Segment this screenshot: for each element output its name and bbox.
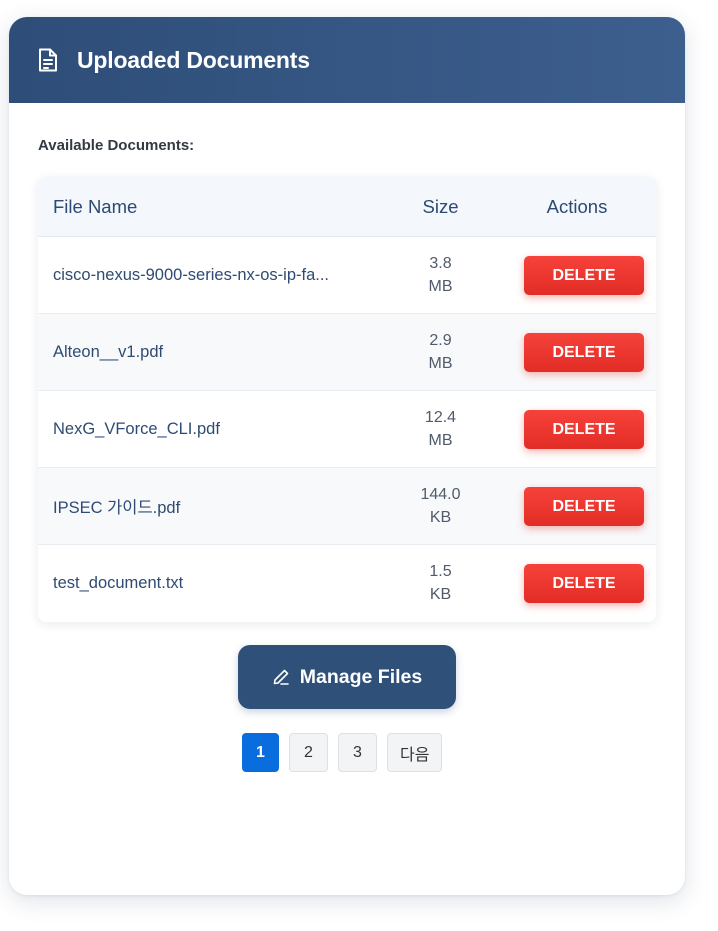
table-row: NexG_VForce_CLI.pdf 12.4 MB DELETE — [38, 390, 656, 468]
size-value: 1.5 — [429, 563, 452, 581]
documents-table: File Name Size Actions cisco-nexus-9000-… — [38, 177, 656, 622]
file-name-cell: IPSEC 가이드.pdf — [38, 467, 383, 545]
delete-button[interactable]: DELETE — [524, 486, 644, 526]
pagination: 1 2 3 다음 — [242, 733, 443, 772]
file-name-cell: cisco-nexus-9000-series-nx-os-ip-fa... — [38, 236, 383, 314]
size-value: 144.0 — [420, 486, 461, 503]
file-size-cell: 144.0 KB — [383, 467, 498, 545]
file-name-cell: Alteon__v1.pdf — [38, 313, 383, 391]
actions-cell: DELETE — [498, 236, 656, 314]
table-row: IPSEC 가이드.pdf 144.0 KB DELETE — [38, 467, 656, 545]
size-unit: KB — [429, 509, 452, 526]
delete-button[interactable]: DELETE — [524, 332, 644, 372]
table-row: Alteon__v1.pdf 2.9 MB DELETE — [38, 313, 656, 391]
file-size-cell: 3.8 MB — [383, 236, 498, 314]
column-header-actions: Actions — [498, 177, 656, 237]
actions-cell: DELETE — [498, 313, 656, 391]
document-icon — [35, 47, 61, 73]
card-title: Uploaded Documents — [77, 46, 310, 73]
file-name-cell: test_document.txt — [53, 573, 184, 592]
size-value: 3.8 — [429, 255, 452, 272]
size-value: 2.9 — [429, 332, 452, 349]
column-header-file-name: File Name — [38, 177, 383, 237]
pencil-icon — [272, 668, 290, 686]
actions-cell: DELETE — [498, 545, 656, 622]
next-page-button[interactable]: 다음 — [387, 733, 443, 772]
manage-files-button[interactable]: Manage Files — [238, 645, 456, 709]
file-size-cell: 12.4 MB — [383, 390, 498, 468]
section-label: Available Documents: — [38, 137, 195, 154]
size-unit: KB — [429, 586, 452, 604]
file-size-cell: 2.9 MB — [383, 313, 498, 391]
size-unit: MB — [428, 278, 453, 295]
column-header-size: Size — [383, 177, 498, 237]
table-row: test_document.txt 1.5 KB DELETE — [38, 545, 656, 622]
file-name-cell: NexG_VForce_CLI.pdf — [38, 390, 383, 468]
table-header-row: File Name Size Actions — [38, 177, 656, 237]
size-unit: MB — [428, 432, 453, 449]
card-header: Uploaded Documents — [9, 17, 685, 103]
actions-cell: DELETE — [498, 467, 656, 545]
size-unit: MB — [428, 355, 453, 372]
page-button-3[interactable]: 3 — [338, 733, 377, 772]
page-button-2[interactable]: 2 — [289, 733, 328, 772]
documents-card: Uploaded Documents Available Documents: … — [9, 17, 685, 895]
manage-files-label: Manage Files — [299, 665, 423, 688]
file-size-cell: 1.5 KB — [383, 545, 498, 622]
delete-button[interactable]: DELETE — [524, 563, 644, 603]
actions-cell: DELETE — [498, 390, 656, 468]
page-button-1[interactable]: 1 — [242, 733, 279, 772]
table-row: cisco-nexus-9000-series-nx-os-ip-fa... 3… — [38, 236, 656, 314]
delete-button[interactable]: DELETE — [524, 255, 644, 295]
size-value: 12.4 — [424, 409, 457, 426]
delete-button[interactable]: DELETE — [524, 409, 644, 449]
